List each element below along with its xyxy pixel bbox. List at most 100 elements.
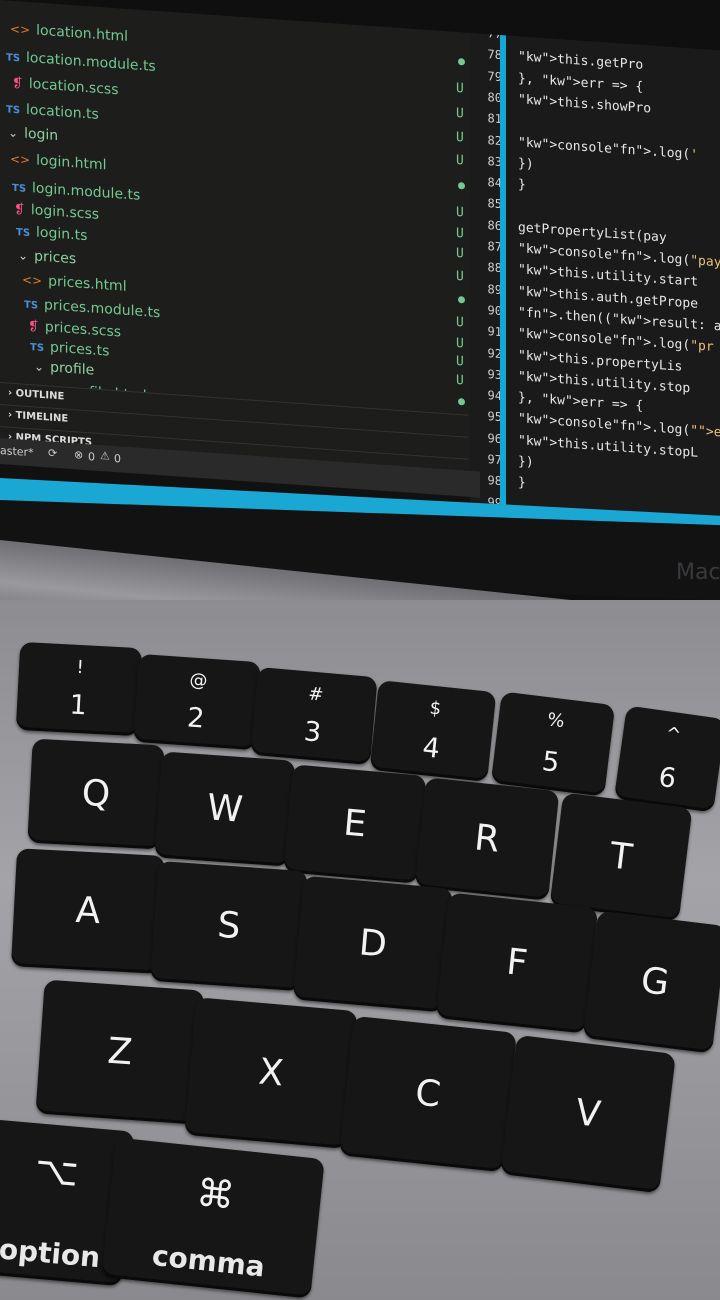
key-2[interactable]: @2 [133, 653, 261, 751]
explorer-item-label: location.module.ts [26, 49, 156, 75]
explorer-item[interactable]: TS prices.module.ts [24, 296, 160, 321]
key-g[interactable]: G [582, 910, 720, 1054]
key-e[interactable]: E [283, 764, 427, 884]
code-line[interactable]: } [518, 476, 526, 492]
explorer-item[interactable]: ❡ location.scss [12, 75, 118, 98]
git-status-untracked: U [456, 80, 464, 97]
typescript-icon: TS [24, 299, 39, 312]
explorer-item[interactable]: TS prices.ts [30, 338, 110, 360]
key-4[interactable]: $4 [369, 680, 497, 782]
key-c[interactable]: C [339, 1015, 517, 1173]
typescript-icon: TS [12, 182, 27, 195]
key-z[interactable]: Z [35, 979, 205, 1125]
explorer-item-label: location.html [36, 22, 128, 45]
git-status-untracked: U [456, 314, 464, 331]
explorer-item-label: login.module.ts [32, 180, 141, 204]
key-digit: 2 [186, 702, 206, 735]
key-letter: G [638, 959, 672, 1005]
key-digit: 4 [421, 732, 442, 765]
explorer-item[interactable]: TS location.ts [6, 100, 99, 123]
sync-icon[interactable]: ⟳ [48, 446, 57, 460]
chevron-down-icon: ⌄ [18, 248, 29, 263]
warnings-count: 0 [114, 451, 121, 466]
explorer-item[interactable]: ⌄ profile [34, 358, 94, 378]
explorer-item[interactable]: <> login.html [10, 151, 107, 174]
brand-label: Mac [676, 560, 720, 585]
explorer-item[interactable]: ❡ prices.scss [28, 318, 121, 341]
problems-count: 0 [88, 450, 95, 464]
explorer-item[interactable]: TS location.module.ts [6, 48, 156, 75]
command-icon: ⌘ [194, 1170, 237, 1218]
explorer-item[interactable]: <> prices.html [22, 272, 127, 295]
code-line[interactable]: }) [518, 454, 534, 470]
explorer-item-label: prices [34, 248, 77, 268]
key-letter: R [472, 817, 502, 861]
explorer-item[interactable]: ⌄ prices [18, 247, 76, 267]
code-line[interactable]: } [518, 177, 526, 193]
typescript-icon: TS [30, 342, 45, 355]
explorer-item-label: login.html [36, 152, 107, 174]
explorer-item[interactable]: ❡ login.scss [14, 201, 99, 223]
git-status-untracked: U [456, 269, 464, 285]
code-line[interactable]: }) [518, 156, 534, 172]
key-letter: A [74, 889, 102, 933]
key-command[interactable]: ⌘ comma [101, 1137, 325, 1299]
key-x[interactable]: X [184, 997, 358, 1149]
git-status-untracked: U [456, 335, 464, 352]
git-status-untracked: U [456, 105, 464, 122]
explorer-item[interactable]: TS login.ts [16, 223, 88, 245]
typescript-icon: TS [16, 227, 31, 240]
key-5[interactable]: % 5 [490, 691, 616, 797]
key-6[interactable]: ^ 6 [613, 705, 720, 813]
git-status-untracked: U [456, 354, 464, 370]
explorer-item-label: profile [50, 359, 95, 379]
key-3[interactable]: #3 [250, 666, 378, 766]
key-letter: C [413, 1072, 443, 1116]
chevron-down-icon: ⌄ [8, 125, 19, 141]
key-letter: X [256, 1051, 286, 1095]
key-t[interactable]: T [549, 792, 693, 922]
error-icon: ⊗ [74, 448, 84, 462]
key-s[interactable]: S [149, 860, 309, 992]
key-letter: T [607, 835, 635, 879]
git-status-untracked: U [456, 246, 464, 262]
explorer-item-label: location.ts [26, 101, 99, 123]
modified-dot-icon [458, 58, 465, 66]
typescript-icon: TS [6, 104, 21, 117]
modified-dot-icon [458, 182, 465, 190]
git-status-untracked: U [456, 153, 464, 169]
key-w[interactable]: W [154, 751, 296, 867]
key-a[interactable]: A [11, 848, 165, 974]
explorer-item-label: login [24, 125, 59, 145]
branch-name[interactable]: aster* [0, 444, 34, 459]
key-d[interactable]: D [292, 875, 454, 1013]
git-status-untracked: U [456, 373, 464, 389]
explorer-item-label: login.scss [30, 202, 100, 223]
code-line[interactable]: }, "kw">err => { [518, 390, 643, 414]
key-symbol: @ [188, 669, 209, 692]
code-line[interactable]: "kw">console"fn">.log(' [518, 135, 698, 163]
key-v[interactable]: V [500, 1034, 676, 1194]
key-letter: F [504, 941, 530, 985]
key-digit: 6 [656, 761, 678, 795]
explorer-item-label: login.ts [36, 224, 88, 245]
explorer-item[interactable]: ⌄ login [8, 125, 58, 145]
code-line[interactable]: getPropertyList(pay [518, 220, 667, 245]
explorer-item[interactable]: TS login.module.ts [12, 179, 140, 204]
key-1[interactable]: ! 1 [15, 641, 143, 737]
code-line[interactable]: "kw">this.getPro [518, 50, 643, 74]
code-line[interactable]: }, "kw">err => { [518, 71, 643, 95]
explorer-item-label: location.scss [28, 76, 119, 99]
explorer-item[interactable]: <> location.html [10, 21, 128, 45]
git-status-untracked: U [456, 225, 464, 242]
code-editor[interactable]: "kw">this.getPro }, "kw">err => { "kw">t… [506, 25, 720, 541]
key-letter: D [357, 922, 389, 966]
key-q[interactable]: Q [27, 738, 165, 850]
explorer-item-label: prices.ts [50, 339, 110, 360]
code-line[interactable]: "kw">this.showPro [518, 92, 651, 116]
key-symbol: % [546, 709, 566, 733]
scss-icon: ❡ [12, 75, 23, 92]
key-f[interactable]: F [435, 892, 599, 1034]
key-r[interactable]: R [414, 777, 560, 901]
file-explorer: <> location.html TS location.module.ts U ❡ loc… [0, 0, 480, 494]
